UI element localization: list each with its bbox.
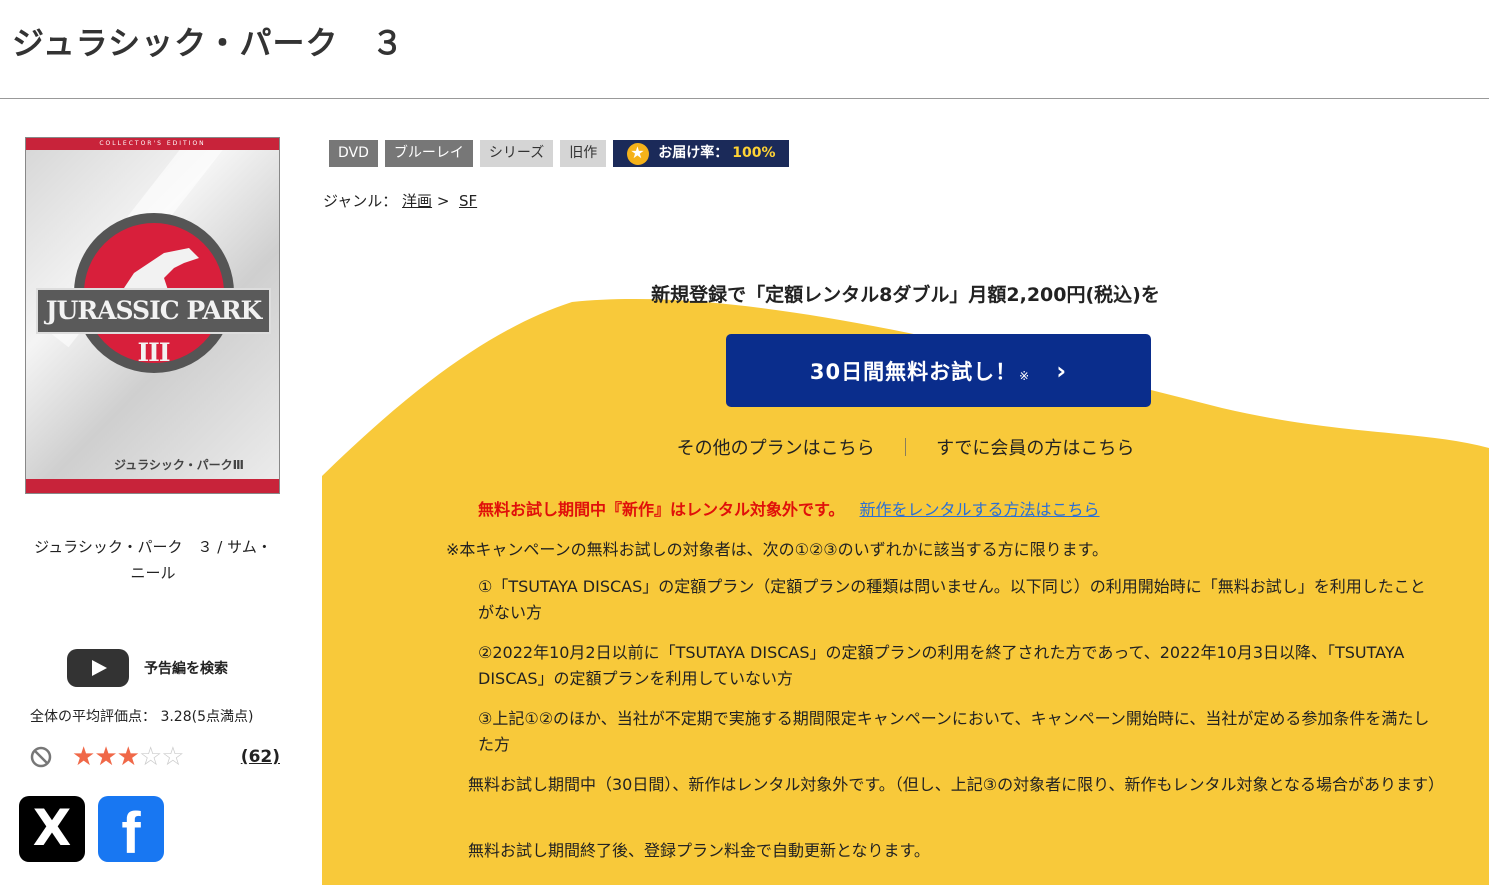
poster-topbar: COLLECTOR'S EDITION (26, 138, 279, 150)
free-trial-label: 30日間無料お試し！ (809, 359, 1018, 384)
poster-japanese-title: ジュラシック・パークⅢ (114, 458, 245, 472)
trial-new-release-note: 無料お試し期間中（30日間）、新作はレンタル対象外です。（但し、上記③の対象者に… (468, 775, 1444, 794)
facebook-share-icon[interactable]: f (98, 796, 164, 866)
badge-old-release: 旧作 (560, 140, 607, 167)
poster-logo-text: JURASSIC PARK III (36, 288, 271, 367)
star-rating[interactable]: ★★★☆☆ (72, 742, 185, 772)
star-icon-filled: ★ (116, 742, 140, 772)
new-release-warning: 無料お試し期間中『新作』はレンタル対象外です。 新作をレンタルする方法はこちら (478, 496, 1100, 520)
product-jacket-image[interactable]: COLLECTOR'S EDITION JURASSIC PARK III ジュ… (25, 137, 280, 494)
poster-bottombar (26, 479, 279, 493)
genre-link-western[interactable]: 洋画 (402, 192, 432, 210)
badge-series: シリーズ (479, 140, 554, 167)
star-icon-empty: ☆ (138, 742, 162, 772)
member-login-link[interactable]: すでに会員の方はこちら (936, 438, 1134, 459)
genre-breadcrumb: ジャンル： 洋画 > SF (323, 190, 477, 211)
no-rating-icon[interactable] (30, 746, 52, 768)
badge-dvd: DVD (329, 140, 378, 167)
new-release-rental-link[interactable]: 新作をレンタルする方法はこちら (860, 500, 1100, 519)
free-trial-note-mark: ※ (1019, 368, 1031, 383)
badge-bluray: ブルーレイ (384, 140, 473, 167)
chevron-right-icon: › (1056, 356, 1068, 385)
star-icon-empty: ☆ (161, 742, 184, 772)
title-divider (0, 98, 1489, 99)
review-count-link[interactable]: (62) (241, 747, 280, 767)
plan-links-separator: ｜ (896, 438, 915, 459)
plan-links: その他のプランはこちら ｜ すでに会員の方はこちら (322, 434, 1489, 460)
star-icon-filled: ★ (72, 742, 95, 772)
star-icon-filled: ★ (94, 742, 117, 772)
condition-item: ③上記①②のほか、当社が不定期で実施する期間限定キャンペーンにおいて、キャンペー… (478, 709, 1430, 754)
play-icon (67, 649, 129, 687)
auto-renew-note: 無料お試し期間終了後、登録プラン料金で自動更新となります。 (468, 841, 930, 860)
delivery-rate-label: お届け率： (658, 145, 729, 161)
trailer-search-button[interactable]: 予告編を検索 (67, 649, 228, 687)
trailer-search-label: 予告編を検索 (144, 661, 228, 677)
product-badges: DVD ブルーレイ シリーズ 旧作 お届け率： 100% (329, 139, 790, 167)
condition-item: ②2022年10月2日以前に「TSUTAYA DISCAS」の定額プランの利用を… (478, 643, 1405, 688)
genre-separator: > (436, 192, 450, 210)
rating-row: ★★★☆☆ (62) (30, 742, 280, 772)
genre-label: ジャンル： (323, 192, 398, 210)
average-rating-text: 全体の平均評価点： 3.28(5点満点) (30, 709, 254, 725)
x-share-icon[interactable]: X (19, 796, 85, 862)
promo-headline: 新規登録で「定額レンタル8ダブル」月額2,200円(税込)を (651, 284, 1160, 306)
new-release-warning-text: 無料お試し期間中『新作』はレンタル対象外です。 (478, 500, 845, 519)
genre-link-sf[interactable]: SF (459, 192, 477, 210)
conditions-intro: ※本キャンペーンの無料お試しの対象者は、次の①②③のいずれかに該当する方に限りま… (446, 540, 1109, 559)
badge-delivery-rate: お届け率： 100% (613, 139, 790, 167)
page-title: ジュラシック・パーク ３ (12, 24, 405, 62)
product-caption[interactable]: ジュラシック・パーク ３ / サム・ニール (30, 534, 276, 586)
medal-icon (627, 139, 650, 166)
delivery-rate-value: 100% (732, 145, 776, 161)
other-plans-link[interactable]: その他のプランはこちら (677, 438, 875, 459)
condition-item: ①「TSUTAYA DISCAS」の定額プラン（定額プランの種類は問いません。以… (478, 577, 1426, 622)
free-trial-button[interactable]: 30日間無料お試し！ ※ › (726, 334, 1151, 407)
